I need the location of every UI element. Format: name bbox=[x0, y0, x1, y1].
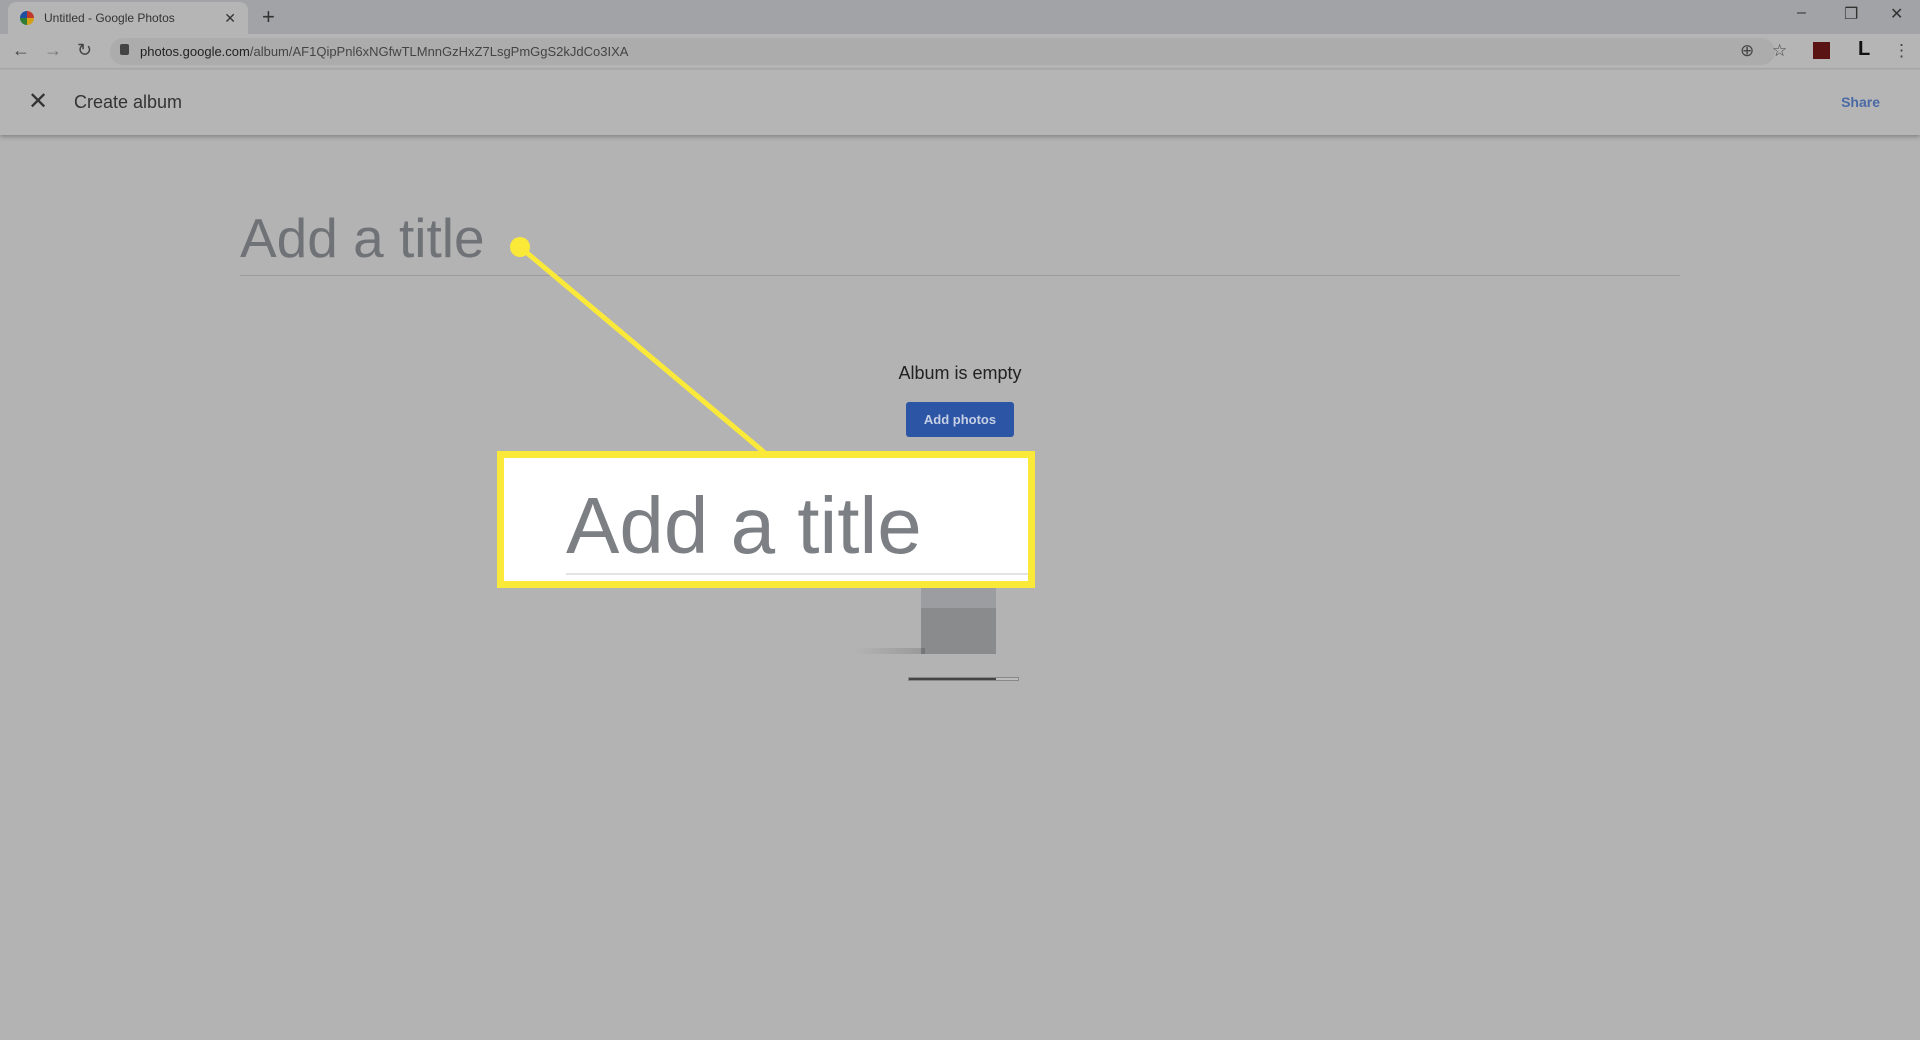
callout-box: Add a title bbox=[497, 451, 1035, 588]
callout-text: Add a title bbox=[566, 481, 922, 570]
callout-line bbox=[518, 245, 767, 455]
callout-underline bbox=[566, 573, 1028, 575]
callout-dot bbox=[510, 237, 530, 257]
